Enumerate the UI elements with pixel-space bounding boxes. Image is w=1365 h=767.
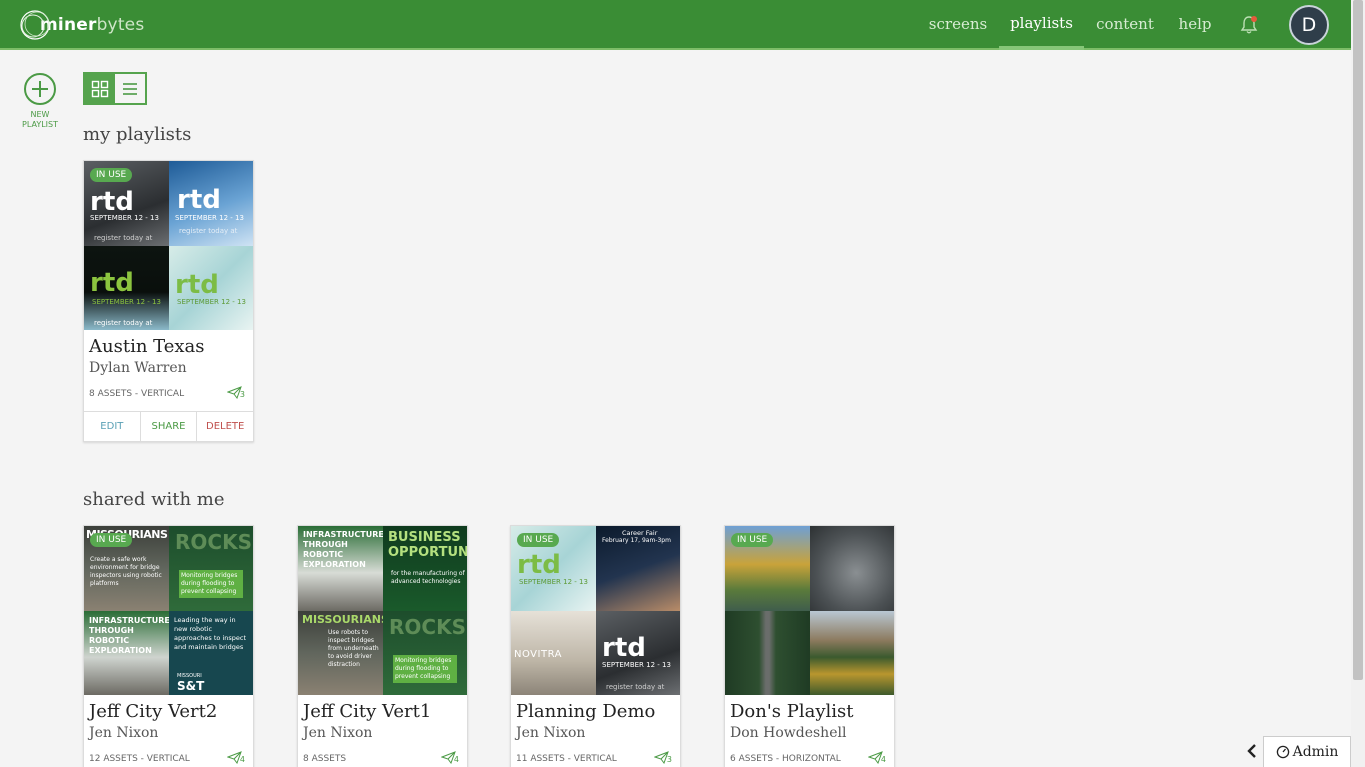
playlist-thumbnails: rtd SEPTEMBER 12 - 13 register today at … <box>84 161 253 330</box>
delete-button[interactable]: DELETE <box>196 412 253 441</box>
grid-view-button[interactable] <box>85 74 115 103</box>
new-playlist-label: NEW PLAYLIST <box>22 110 58 129</box>
playlist-card-jeff-city-vert2[interactable]: MISSOURIANS Create a safe work environme… <box>83 525 254 767</box>
playlist-card-jeff-city-vert1[interactable]: INFRASTRUCTURE THROUGH ROBOTIC EXPLORATI… <box>297 525 468 767</box>
playlist-owner: Jen Nixon <box>89 725 159 741</box>
thumbnail: rtd SEPTEMBER 12 - 13 register today at <box>169 161 253 246</box>
thumbnail: ROCKS Monitoring bridges during flooding… <box>169 526 253 611</box>
thumbnail: rtd SEPTEMBER 12 - 13 register today at <box>84 246 169 330</box>
share-count-value: 4 <box>453 755 459 764</box>
my-playlists-heading: my playlists <box>83 124 192 145</box>
share-count-value: 3 <box>239 390 245 399</box>
share-count-value: 4 <box>880 755 886 764</box>
list-view-button[interactable] <box>115 74 145 103</box>
share-count[interactable]: 3 <box>226 386 245 399</box>
playlist-thumbnails: INFRASTRUCTURE THROUGH ROBOTIC EXPLORATI… <box>298 526 467 695</box>
playlist-asset-info: 6 ASSETS - HORIZONTAL <box>730 754 841 764</box>
new-playlist-button[interactable]: NEW PLAYLIST <box>18 72 62 130</box>
admin-button[interactable]: Admin <box>1263 736 1351 767</box>
playlist-owner: Jen Nixon <box>516 725 586 741</box>
share-count-value: 4 <box>239 755 245 764</box>
playlist-title: Jeff City Vert1 <box>303 701 432 722</box>
list-icon <box>123 82 137 95</box>
minerbytes-logo-icon <box>20 10 50 40</box>
in-use-badge: IN USE <box>90 533 133 547</box>
nav-screens[interactable]: screens <box>922 0 994 48</box>
shared-with-me-heading: shared with me <box>83 489 225 510</box>
thumbnail: NOVITRA <box>511 611 596 695</box>
thumbnail: INFRASTRUCTURE THROUGH ROBOTIC EXPLORATI… <box>298 526 383 611</box>
share-count[interactable]: 3 <box>653 751 672 764</box>
top-navbar: minerbytes screens playlists content hel… <box>0 0 1351 50</box>
playlist-title: Don's Playlist <box>730 701 854 722</box>
thumbnail <box>810 611 894 695</box>
playlist-thumbnails: rtd SEPTEMBER 12 - 13 Career Fair Februa… <box>511 526 680 695</box>
playlist-card-dons-playlist[interactable]: IN USE Don's Playlist Don Howdeshell 6 A… <box>724 525 895 767</box>
playlist-title: Austin Texas <box>89 336 205 357</box>
add-circle-icon <box>24 73 56 105</box>
thumbnail <box>725 611 810 695</box>
playlist-card-austin-texas[interactable]: rtd SEPTEMBER 12 - 13 register today at … <box>83 160 254 442</box>
playlist-title: Jeff City Vert2 <box>89 701 218 722</box>
share-count[interactable]: 4 <box>440 751 459 764</box>
playlist-thumbnails: IN USE <box>725 526 894 695</box>
in-use-badge: IN USE <box>90 168 133 182</box>
playlist-title: Planning Demo <box>516 701 656 722</box>
thumbnail: MISSOURIANS Use robots to inspect bridge… <box>298 611 383 695</box>
card-actions: EDIT SHARE DELETE <box>84 411 253 441</box>
playlist-owner: Dylan Warren <box>89 360 187 376</box>
grid-icon <box>91 80 109 97</box>
thumbnail: INFRASTRUCTURE THROUGH ROBOTIC EXPLORATI… <box>84 611 169 695</box>
thumbnail: ROCKS Monitoring bridges during flooding… <box>383 611 467 695</box>
nav-help[interactable]: help <box>1170 0 1220 48</box>
notification-dot <box>1251 16 1257 22</box>
thumbnail <box>810 526 894 611</box>
thumbnail: rtd SEPTEMBER 12 - 13 register today at <box>596 611 680 695</box>
thumbnail: BUSINESS OPPORTUNITIES for the manufactu… <box>383 526 467 611</box>
thumbnail: rtd SEPTEMBER 12 - 13 <box>169 246 253 330</box>
logo[interactable]: minerbytes <box>18 8 144 42</box>
dashboard-gauge-icon <box>1276 745 1289 759</box>
share-count[interactable]: 4 <box>226 751 245 764</box>
in-use-badge: IN USE <box>731 533 774 547</box>
thumbnail: Leading the way in new robotic approache… <box>169 611 253 695</box>
nav-content[interactable]: content <box>1090 0 1160 48</box>
share-count-value: 3 <box>666 755 672 764</box>
logo-text: minerbytes <box>40 15 145 35</box>
chevron-left-icon[interactable] <box>1245 741 1259 761</box>
playlist-owner: Jen Nixon <box>303 725 373 741</box>
playlist-meta: 6 ASSETS - HORIZONTAL 4 <box>725 741 894 767</box>
playlist-thumbnails: MISSOURIANS Create a safe work environme… <box>84 526 253 695</box>
nav-playlists[interactable]: playlists <box>999 0 1084 50</box>
admin-label: Admin <box>1292 744 1339 760</box>
playlist-meta: 12 ASSETS - VERTICAL 4 <box>84 741 253 767</box>
view-toggle <box>83 72 147 105</box>
playlist-asset-info: 8 ASSETS - VERTICAL <box>89 389 185 399</box>
edit-button[interactable]: EDIT <box>84 412 140 441</box>
playlist-card-planning-demo[interactable]: rtd SEPTEMBER 12 - 13 Career Fair Februa… <box>510 525 681 767</box>
share-count[interactable]: 4 <box>867 751 886 764</box>
playlist-meta: 11 ASSETS - VERTICAL 3 <box>511 741 680 767</box>
share-button[interactable]: SHARE <box>139 412 197 441</box>
page-scrollbar-thumb[interactable] <box>1353 0 1363 680</box>
playlist-meta: 8 ASSETS - VERTICAL 3 <box>84 376 253 404</box>
user-avatar[interactable]: D <box>1289 5 1329 45</box>
thumbnail: Career Fair February 17, 9am-3pm <box>596 526 680 611</box>
playlist-meta: 8 ASSETS 4 <box>298 741 467 767</box>
playlist-asset-info: 11 ASSETS - VERTICAL <box>516 754 617 764</box>
playlist-asset-info: 12 ASSETS - VERTICAL <box>89 754 190 764</box>
in-use-badge: IN USE <box>517 533 560 547</box>
playlist-asset-info: 8 ASSETS <box>303 754 347 764</box>
playlist-owner: Don Howdeshell <box>730 725 847 741</box>
